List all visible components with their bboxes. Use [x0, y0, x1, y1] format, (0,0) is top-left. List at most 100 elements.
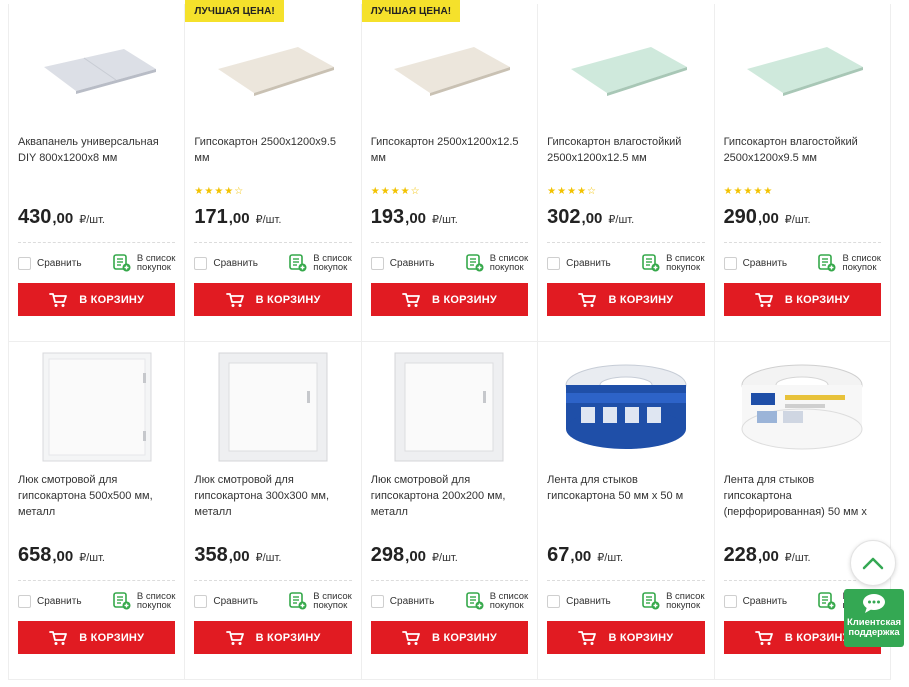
add-to-cart-button[interactable]: В КОРЗИНУ: [194, 621, 352, 654]
compare-checkbox[interactable]: [547, 256, 561, 270]
compare-toggle[interactable]: Сравнить: [370, 256, 434, 270]
compare-checkbox[interactable]: [18, 594, 31, 608]
compare-checkbox[interactable]: [370, 256, 384, 270]
add-to-list-button[interactable]: В списокпокупок: [465, 592, 528, 611]
add-to-cart-button[interactable]: В КОРЗИНУ: [18, 283, 176, 316]
price-unit: ₽/шт.: [432, 214, 458, 226]
product-title[interactable]: Люк смотровой для гипсокартона 500х500 м…: [18, 472, 175, 520]
add-to-cart-button[interactable]: В КОРЗИНУ: [370, 621, 529, 654]
product-grid: Аквапанель универсальная DIY 800х1200х8 …: [8, 0, 891, 680]
product-title[interactable]: Аквапанель универсальная DIY 800х1200х8 …: [18, 134, 175, 182]
add-to-list-button[interactable]: В списокпокупок: [818, 254, 881, 273]
product-title[interactable]: Гипсокартон 2500х1200х9.5 мм: [194, 134, 351, 182]
price-decimal: ,00: [405, 548, 427, 565]
price-unit: ₽/шт.: [784, 214, 811, 226]
add-to-list-button[interactable]: В списокпокупок: [113, 254, 175, 272]
add-to-cart-button[interactable]: В КОРЗИНУ: [194, 283, 352, 316]
compare-checkbox[interactable]: [547, 594, 561, 608]
price-integer: 290: [723, 206, 757, 228]
compare-toggle[interactable]: Сравнить: [18, 256, 82, 270]
product-title[interactable]: Лента для стыков гипсокартона 50 мм х 50…: [547, 472, 704, 520]
add-to-list-button[interactable]: В списокпокупок: [113, 592, 175, 610]
compare-toggle[interactable]: Сравнить: [194, 594, 258, 608]
price: 298,00 ₽/шт.: [371, 544, 528, 572]
price-integer: 193: [370, 206, 405, 228]
product-title[interactable]: Люк смотровой для гипсокартона 300х300 м…: [194, 472, 351, 520]
product-image[interactable]: [547, 342, 704, 472]
cart-button-label: В КОРЗИНУ: [608, 631, 674, 644]
compare-toggle[interactable]: Сравнить: [723, 256, 788, 270]
compare-label: Сравнить: [566, 257, 611, 269]
scroll-up-button[interactable]: [850, 540, 896, 586]
shopping-list-icon-wrap: [818, 592, 836, 610]
compare-label: Сравнить: [742, 257, 788, 269]
cart-icon: [49, 630, 68, 645]
compare-checkbox[interactable]: [194, 594, 208, 608]
product-image[interactable]: [194, 342, 351, 472]
card-actions: Сравнить В списокпокупок: [194, 243, 352, 283]
add-to-list-button[interactable]: В списокпокупок: [465, 254, 528, 273]
price-unit: ₽/шт.: [608, 214, 635, 226]
shopping-list-icon: [113, 592, 131, 610]
add-to-list-button[interactable]: В списокпокупок: [642, 254, 705, 272]
add-to-cart-button[interactable]: В КОРЗИНУ: [370, 283, 529, 316]
shoplist-label-line2: покупок: [666, 600, 701, 611]
product-image[interactable]: [18, 4, 175, 134]
rating-stars: [18, 186, 175, 200]
product-title[interactable]: Гипсокартон влагостойкий 2500х1200х12.5 …: [547, 134, 704, 182]
compare-checkbox[interactable]: [18, 256, 31, 270]
product-image[interactable]: [18, 342, 175, 472]
compare-label: Сравнить: [37, 257, 82, 269]
product-card: Люк смотровой для гипсокартона 200х200 м…: [361, 342, 539, 680]
compare-toggle[interactable]: Сравнить: [194, 256, 258, 270]
compare-toggle[interactable]: Сравнить: [370, 594, 435, 608]
rating-stars: ★★★★☆: [370, 186, 421, 197]
price-decimal: ,00: [228, 548, 250, 565]
shoplist-label: В списокпокупок: [490, 254, 528, 273]
product-image[interactable]: [547, 4, 704, 134]
shopping-list-icon: [818, 254, 836, 272]
price-integer: 298: [370, 544, 405, 566]
support-label-line2: поддержка: [848, 627, 900, 638]
product-image[interactable]: [371, 342, 528, 472]
shoplist-label-line2: покупок: [313, 262, 348, 273]
add-to-list-button[interactable]: В списокпокупок: [642, 592, 705, 611]
add-to-cart-button[interactable]: В КОРЗИНУ: [547, 621, 705, 654]
compare-toggle[interactable]: Сравнить: [723, 594, 787, 608]
shoplist-label: В списокпокупок: [489, 592, 528, 611]
compare-checkbox[interactable]: [723, 594, 737, 608]
shoplist-label-line2: покупок: [842, 262, 877, 273]
price: 290,00 ₽/шт.: [724, 206, 881, 234]
product-image[interactable]: [724, 4, 881, 134]
product-image[interactable]: [371, 4, 528, 134]
product-image[interactable]: [724, 342, 881, 472]
compare-checkbox[interactable]: [194, 256, 208, 270]
shopping-list-icon-wrap: [642, 254, 660, 272]
add-to-cart-button[interactable]: В КОРЗИНУ: [18, 621, 176, 654]
add-to-list-button[interactable]: В списокпокупок: [289, 592, 352, 610]
shopping-list-icon-wrap: [113, 254, 131, 272]
compare-toggle[interactable]: Сравнить: [547, 594, 611, 608]
shoplist-label-line2: покупок: [489, 600, 524, 611]
compare-checkbox[interactable]: [370, 594, 384, 608]
shopping-list-icon: [113, 254, 131, 272]
product-title[interactable]: Гипсокартон 2500х1200х12.5 мм: [371, 134, 528, 182]
product-title[interactable]: Люк смотровой для гипсокартона 200х200 м…: [371, 472, 528, 520]
compare-toggle[interactable]: Сравнить: [18, 594, 82, 608]
customer-support-button[interactable]: Клиентская поддержка: [844, 589, 904, 647]
add-to-cart-button[interactable]: В КОРЗИНУ: [723, 283, 881, 316]
product-title[interactable]: Лента для стыков гипсокартона (перфориро…: [724, 472, 881, 520]
shopping-list-icon-wrap: [465, 254, 484, 272]
add-to-cart-button[interactable]: В КОРЗИНУ: [547, 283, 705, 316]
compare-label: Сравнить: [389, 595, 435, 607]
shopping-list-icon-wrap: [465, 592, 484, 610]
product-image[interactable]: [194, 4, 351, 134]
card-actions: Сравнить В списокпокупок: [547, 581, 705, 621]
add-to-list-button[interactable]: В списокпокупок: [289, 254, 352, 273]
shoplist-label: В списокпокупок: [313, 254, 351, 273]
compare-toggle[interactable]: Сравнить: [547, 256, 611, 270]
shoplist-label: В списокпокупок: [842, 254, 880, 273]
rating-stars: ★★★★★: [723, 186, 774, 197]
product-title[interactable]: Гипсокартон влагостойкий 2500х1200х9.5 м…: [724, 134, 881, 182]
compare-checkbox[interactable]: [723, 256, 737, 270]
